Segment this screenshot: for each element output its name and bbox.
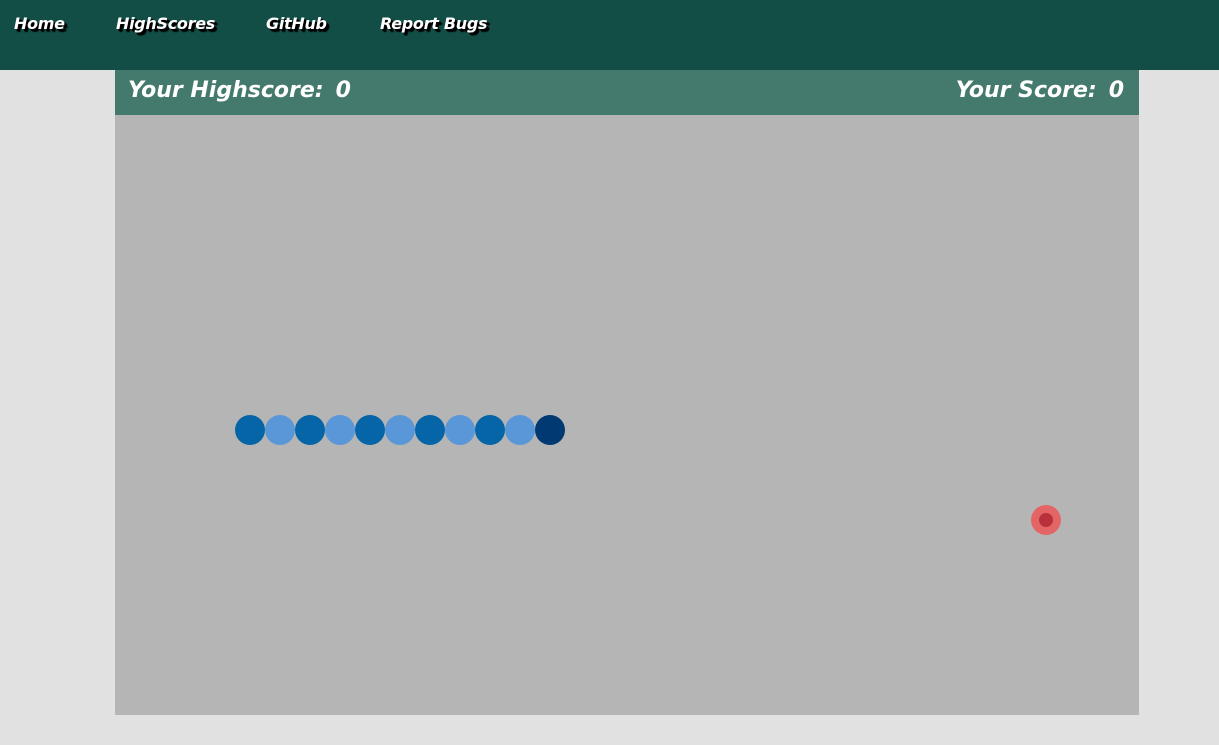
snake-segment bbox=[505, 415, 535, 445]
nav-highscores-link[interactable]: HighScores bbox=[116, 14, 215, 33]
snake-segment bbox=[235, 415, 265, 445]
snake-segment bbox=[265, 415, 295, 445]
score-label: Your Score: bbox=[955, 78, 1097, 103]
snake-segment bbox=[325, 415, 355, 445]
snake-segment bbox=[355, 415, 385, 445]
nav-report-bugs-link[interactable]: Report Bugs bbox=[380, 14, 488, 33]
food-core bbox=[1039, 513, 1053, 527]
snake-segment bbox=[475, 415, 505, 445]
food-apple bbox=[1031, 505, 1061, 535]
snake-head bbox=[535, 415, 565, 445]
snake-segment bbox=[445, 415, 475, 445]
highscore-label: Your Highscore: bbox=[128, 78, 324, 103]
highscore-value: 0 bbox=[335, 78, 351, 103]
snake-segment bbox=[295, 415, 325, 445]
score-value: 0 bbox=[1108, 78, 1124, 103]
top-navbar: Home HighScores GitHub Report Bugs bbox=[0, 0, 1219, 70]
game-board[interactable] bbox=[115, 115, 1139, 715]
nav-home-link[interactable]: Home bbox=[14, 14, 65, 33]
highscore-display: Your Highscore: 0 bbox=[128, 78, 351, 103]
score-bar: Your Highscore: 0 Your Score: 0 bbox=[115, 70, 1139, 115]
nav-github-link[interactable]: GitHub bbox=[266, 14, 327, 33]
game-container: Your Highscore: 0 Your Score: 0 bbox=[115, 70, 1139, 715]
score-display: Your Score: 0 bbox=[956, 78, 1124, 103]
snake-segment bbox=[385, 415, 415, 445]
snake-segment bbox=[415, 415, 445, 445]
